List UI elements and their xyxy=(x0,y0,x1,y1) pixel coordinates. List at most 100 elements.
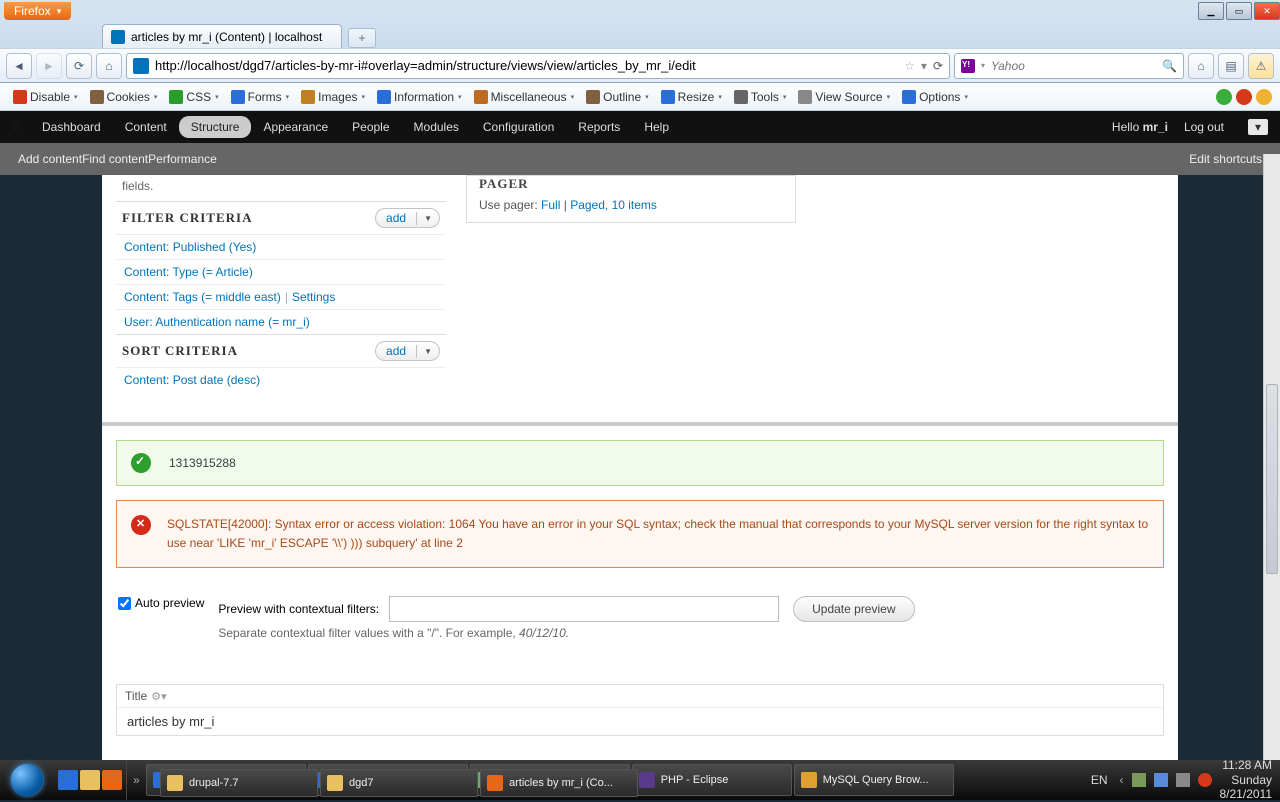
devbar-tools-menu[interactable]: Tools xyxy=(729,88,792,106)
devbar-outline-menu[interactable]: Outline xyxy=(581,88,654,106)
devbar-warn-icon[interactable] xyxy=(1256,89,1272,105)
task-app-icon xyxy=(801,772,817,788)
sort-link[interactable]: Content: Post date (desc) xyxy=(124,373,260,387)
taskbar-task[interactable]: drupal-7.7 xyxy=(160,769,318,797)
toolbar-home-button[interactable]: ⌂ xyxy=(1188,53,1214,79)
pinned-explorer-icon[interactable] xyxy=(80,770,100,790)
pinned-firefox-icon[interactable] xyxy=(102,770,122,790)
shortcut-find-content[interactable]: Find content xyxy=(82,152,148,166)
admin-menu-modules[interactable]: Modules xyxy=(402,114,471,140)
tray-battery-icon[interactable] xyxy=(1132,773,1146,787)
devbar-options-menu[interactable]: Options xyxy=(897,88,973,106)
devbar-css-menu[interactable]: CSS xyxy=(164,88,223,106)
filter-link[interactable]: User: Authentication name (= mr_i) xyxy=(124,315,310,329)
filter-row: Content: Type (= Article) xyxy=(116,259,446,284)
search-go-icon[interactable]: 🔍 xyxy=(1162,59,1177,73)
url-input[interactable] xyxy=(155,58,898,73)
devbar-images-menu[interactable]: Images xyxy=(296,88,370,106)
logout-link[interactable]: Log out xyxy=(1172,114,1236,140)
admin-menu-content[interactable]: Content xyxy=(113,114,179,140)
update-preview-button[interactable]: Update preview xyxy=(793,596,914,622)
taskbar-task[interactable]: MySQL Query Brow... xyxy=(794,764,954,796)
filter-settings-link[interactable]: Settings xyxy=(292,290,335,304)
pinned-ie-icon[interactable] xyxy=(58,770,78,790)
filter-link[interactable]: Content: Type (= Article) xyxy=(124,265,253,279)
devbar-disable-menu[interactable]: Disable xyxy=(8,88,83,106)
taskbar-task[interactable]: articles by mr_i (Co... xyxy=(480,769,638,797)
sort-row: Content: Post date (desc) xyxy=(116,367,446,392)
window-close-button[interactable]: ✕ xyxy=(1254,2,1280,20)
tray-volume-icon[interactable] xyxy=(1176,773,1190,787)
add-sort-button[interactable]: add▼ xyxy=(375,341,440,361)
reload-button[interactable]: ⟳ xyxy=(66,53,92,79)
pager-full-link[interactable]: Full xyxy=(541,198,560,212)
auto-preview-input[interactable] xyxy=(118,597,131,610)
admin-menu-dashboard[interactable]: Dashboard xyxy=(30,114,113,140)
devbar-view source-menu[interactable]: View Source xyxy=(793,88,895,106)
drupal-admin-toolbar: ⌂ DashboardContentStructureAppearancePeo… xyxy=(0,111,1280,143)
task-app-icon xyxy=(639,772,655,788)
window-maximize-button[interactable]: ▭ xyxy=(1226,2,1252,20)
drupal-favicon-icon xyxy=(111,30,125,44)
window-minimize-button[interactable]: ▁ xyxy=(1198,2,1224,20)
taskbar-task[interactable]: PHP - Eclipse xyxy=(632,764,792,796)
windows-orb-icon xyxy=(10,763,44,797)
admin-menu-configuration[interactable]: Configuration xyxy=(471,114,566,140)
admin-dropdown-button[interactable]: ▾ xyxy=(1248,119,1268,135)
tray-chevron-icon[interactable]: ‹ xyxy=(1120,773,1124,787)
admin-menu-reports[interactable]: Reports xyxy=(566,114,632,140)
back-button[interactable]: ◄ xyxy=(6,53,32,79)
language-indicator[interactable]: EN xyxy=(1087,773,1112,787)
system-clock[interactable]: 11:28 AM Sunday 8/21/2011 xyxy=(1220,758,1273,801)
add-filter-button[interactable]: add▼ xyxy=(375,208,440,228)
admin-menu-structure[interactable]: Structure xyxy=(179,116,252,138)
task-app-icon xyxy=(327,775,343,791)
browser-tab[interactable]: articles by mr_i (Content) | localhost xyxy=(102,24,342,48)
admin-home-icon[interactable]: ⌂ xyxy=(12,118,30,136)
shortcut-add-content[interactable]: Add content xyxy=(18,152,82,166)
status-ok-message: 1313915288 xyxy=(116,440,1164,486)
devbar-cancel-icon[interactable] xyxy=(1236,89,1252,105)
firefox-menu-button[interactable]: Firefox xyxy=(4,2,71,20)
devbar-cookies-menu[interactable]: Cookies xyxy=(85,88,163,106)
search-input[interactable] xyxy=(991,59,1156,73)
contextual-filters-input[interactable] xyxy=(389,596,779,622)
pager-paged-link[interactable]: Paged, 10 items xyxy=(570,198,657,212)
scrollbar-thumb[interactable] xyxy=(1266,384,1278,574)
scrollbar-track[interactable] xyxy=(1263,154,1280,760)
devbar-miscellaneous-menu[interactable]: Miscellaneous xyxy=(469,88,580,106)
webdev-toolbar: DisableCookiesCSSFormsImagesInformationM… xyxy=(0,83,1280,111)
bookmark-star-icon[interactable]: ☆ xyxy=(904,59,915,73)
shortcut-performance[interactable]: Performance xyxy=(148,152,217,166)
edit-shortcuts-link[interactable]: Edit shortcuts xyxy=(1189,152,1262,166)
filter-link[interactable]: Content: Published (Yes) xyxy=(124,240,256,254)
contextual-filters-label: Preview with contextual filters: xyxy=(218,602,379,616)
search-bar[interactable]: ▾ 🔍 xyxy=(954,53,1184,79)
forward-button[interactable]: ► xyxy=(36,53,62,79)
filter-row: User: Authentication name (= mr_i) xyxy=(116,309,446,334)
start-button[interactable] xyxy=(0,760,54,800)
devbar-forms-menu[interactable]: Forms xyxy=(226,88,295,106)
tray-shield-icon[interactable] xyxy=(1198,773,1212,787)
tab-title: articles by mr_i (Content) | localhost xyxy=(131,30,322,44)
home-button[interactable]: ⌂ xyxy=(96,53,122,79)
devbar-resize-menu[interactable]: Resize xyxy=(656,88,727,106)
toolbar-bookmarks-button[interactable]: ▤ xyxy=(1218,53,1244,79)
status-error-message: SQLSTATE[42000]: Syntax error or access … xyxy=(116,500,1164,568)
url-bar[interactable]: ☆ ▾ ⟳ xyxy=(126,53,950,79)
new-tab-button[interactable]: + xyxy=(348,28,376,48)
taskbar-task[interactable]: dgd7 xyxy=(320,769,478,797)
go-reload-icon[interactable]: ⟳ xyxy=(933,59,943,73)
filter-link[interactable]: Content: Tags (= middle east) xyxy=(124,290,281,304)
pager-label: Use pager: xyxy=(479,198,538,212)
toolbar-ext-button[interactable]: ⚠ xyxy=(1248,53,1274,79)
admin-menu-people[interactable]: People xyxy=(340,114,401,140)
tray-network-icon[interactable] xyxy=(1154,773,1168,787)
devbar-check-icon[interactable] xyxy=(1216,89,1232,105)
auto-preview-checkbox[interactable]: Auto preview xyxy=(118,596,204,610)
devbar-information-menu[interactable]: Information xyxy=(372,88,467,106)
gear-icon[interactable]: ⚙▾ xyxy=(151,690,166,703)
taskbar-chevron-icon[interactable]: » xyxy=(127,773,146,787)
admin-menu-appearance[interactable]: Appearance xyxy=(251,114,340,140)
admin-menu-help[interactable]: Help xyxy=(632,114,681,140)
